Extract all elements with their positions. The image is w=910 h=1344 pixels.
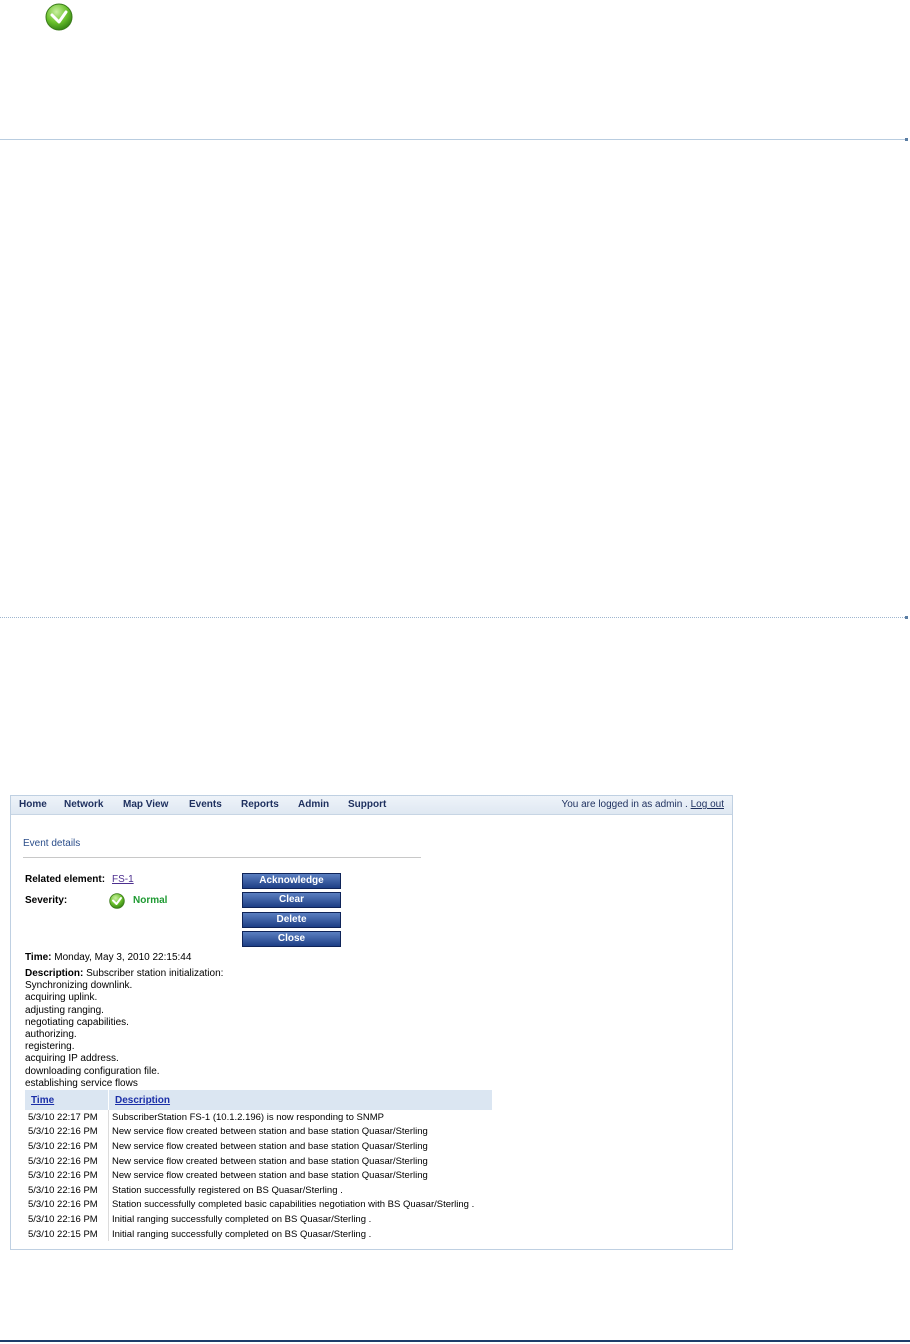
description-line: Synchronizing downlink. xyxy=(25,980,133,992)
row-time: 5/3/10 22:16 PM xyxy=(25,1153,109,1169)
divider-middle-end xyxy=(905,616,908,619)
nav-map-view[interactable]: Map View xyxy=(123,799,168,810)
nav-admin[interactable]: Admin xyxy=(298,799,329,810)
description-line: downloading configuration file. xyxy=(25,1065,160,1077)
normal-check-icon xyxy=(109,893,125,909)
table-header-row: Time Description xyxy=(25,1090,493,1110)
table-row[interactable]: 5/3/10 22:16 PM Station successfully regi… xyxy=(25,1182,493,1198)
green-check-icon xyxy=(45,3,73,31)
nav-reports[interactable]: Reports xyxy=(241,799,279,810)
row-time: 5/3/10 22:16 PM xyxy=(25,1139,109,1154)
description-sort-link[interactable]: Description xyxy=(115,1095,170,1106)
event-details-window: Home Network Map View Events Reports Adm… xyxy=(10,795,733,1250)
section-title: Event details xyxy=(23,838,81,849)
related-element-link[interactable]: FS-1 xyxy=(112,874,134,885)
row-description: Station successfully completed basic cap… xyxy=(112,1199,475,1211)
login-status: You are logged in as admin . Log out xyxy=(561,799,724,810)
description-line: establishing service flows xyxy=(25,1077,138,1089)
table-row[interactable]: 5/3/10 22:16 PM Station successfully comp… xyxy=(25,1197,493,1213)
logout-link[interactable]: Log out xyxy=(691,799,724,810)
description-line: acquiring IP address. xyxy=(25,1053,119,1065)
row-description: Initial ranging successfully completed o… xyxy=(112,1228,372,1240)
severity-value: Normal xyxy=(133,895,168,906)
time-value: Monday, May 3, 2010 22:15:44 xyxy=(54,952,192,963)
row-time: 5/3/10 22:16 PM xyxy=(25,1212,109,1227)
table-row[interactable]: 5/3/10 22:16 PM New service flow created … xyxy=(25,1124,493,1140)
related-events-table: Time Description 5/3/10 22:17 PM Subscrib… xyxy=(25,1090,493,1242)
table-row[interactable]: 5/3/10 22:15 PM Initial ranging successfu… xyxy=(25,1226,493,1242)
time-label: Time: xyxy=(25,952,52,963)
description-line: registering. xyxy=(25,1041,75,1053)
description-line: negotiating capabilities. xyxy=(25,1016,129,1028)
login-text: You are logged in as admin . xyxy=(561,799,688,810)
nav-support[interactable]: Support xyxy=(348,799,386,810)
description-line: Subscriber station initialization: xyxy=(86,968,224,979)
divider-middle xyxy=(0,617,905,618)
table-row[interactable]: 5/3/10 22:16 PM New service flow created … xyxy=(25,1168,493,1183)
row-time: 5/3/10 22:17 PM xyxy=(25,1110,109,1125)
row-description: New service flow created between station… xyxy=(112,1140,428,1152)
acknowledge-button[interactable]: Acknowledge xyxy=(242,873,341,889)
table-row[interactable]: 5/3/10 22:17 PM SubscriberStation FS-1 (1… xyxy=(25,1110,493,1125)
row-description: SubscriberStation FS-1 (10.1.2.196) is n… xyxy=(112,1111,384,1123)
description-column-header[interactable]: Description xyxy=(108,1090,493,1110)
row-description: New service flow created between station… xyxy=(112,1155,428,1167)
row-description: Initial ranging successfully completed o… xyxy=(112,1213,372,1225)
footer-divider xyxy=(0,1340,910,1342)
row-description: New service flow created between station… xyxy=(112,1170,428,1182)
nav-events[interactable]: Events xyxy=(189,799,222,810)
section-divider xyxy=(23,857,421,858)
description-line: adjusting ranging. xyxy=(25,1004,104,1016)
table-row[interactable]: 5/3/10 22:16 PM New service flow created … xyxy=(25,1139,493,1154)
description-line: authorizing. xyxy=(25,1029,77,1041)
table-row[interactable]: 5/3/10 22:16 PM Initial ranging successfu… xyxy=(25,1212,493,1227)
time-column-header[interactable]: Time xyxy=(25,1090,109,1110)
delete-button[interactable]: Delete xyxy=(242,912,341,928)
table-row[interactable]: 5/3/10 22:16 PM New service flow created … xyxy=(25,1153,493,1169)
description-first-line: Description: Subscriber station initiali… xyxy=(25,968,223,980)
nav-network[interactable]: Network xyxy=(64,799,103,810)
clear-button[interactable]: Clear xyxy=(242,892,341,908)
close-button[interactable]: Close xyxy=(242,931,341,947)
row-time: 5/3/10 22:15 PM xyxy=(25,1226,109,1242)
divider-top-end xyxy=(905,138,908,141)
nav-home[interactable]: Home xyxy=(19,799,47,810)
event-time: Time: Monday, May 3, 2010 22:15:44 xyxy=(25,952,191,963)
top-nav-bar: Home Network Map View Events Reports Adm… xyxy=(11,796,732,815)
severity-label: Severity: xyxy=(25,895,68,906)
description-label: Description: xyxy=(25,968,84,979)
row-time: 5/3/10 22:16 PM xyxy=(25,1124,109,1140)
row-description: Station successfully registered on BS Qu… xyxy=(112,1184,343,1196)
time-sort-link[interactable]: Time xyxy=(31,1095,54,1106)
row-time: 5/3/10 22:16 PM xyxy=(25,1197,109,1213)
divider-top xyxy=(0,139,905,140)
row-time: 5/3/10 22:16 PM xyxy=(25,1182,109,1198)
description-line: acquiring uplink. xyxy=(25,992,98,1004)
related-element-label: Related element: xyxy=(25,874,106,885)
row-time: 5/3/10 22:16 PM xyxy=(25,1168,109,1183)
event-description: Description: Subscriber station initiali… xyxy=(25,968,223,1090)
row-description: New service flow created between station… xyxy=(112,1126,428,1138)
